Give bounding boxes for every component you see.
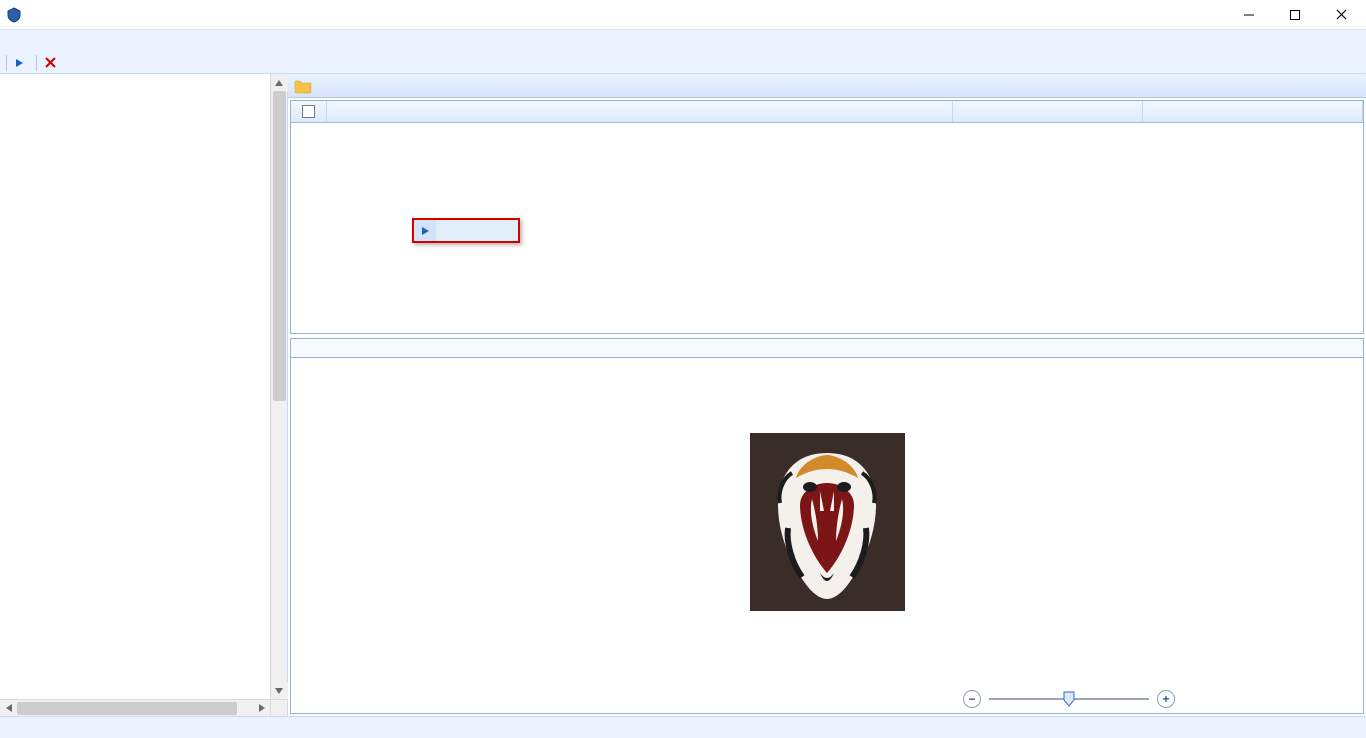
file-grid — [290, 100, 1364, 334]
app-icon — [6, 7, 22, 23]
menubar — [0, 30, 1366, 52]
preview-artwork — [750, 433, 905, 611]
folder-icon — [294, 78, 312, 94]
tree-vertical-scrollbar[interactable] — [270, 74, 287, 699]
folder-tree-panel — [0, 74, 288, 716]
exit-button[interactable] — [45, 57, 60, 68]
grid-header-check[interactable] — [291, 101, 327, 122]
play-icon — [421, 226, 430, 236]
tree-horizontal-scrollbar[interactable] — [0, 699, 270, 716]
scroll-up-icon[interactable] — [271, 74, 288, 91]
scroll-left-icon[interactable] — [0, 700, 17, 717]
scroll-track[interactable] — [271, 91, 288, 682]
grid-header-filename[interactable] — [327, 101, 953, 122]
minimize-button[interactable] — [1226, 0, 1272, 30]
toolbar-separator — [6, 55, 7, 71]
titlebar — [0, 0, 1366, 30]
slider-thumb-icon[interactable] — [1063, 691, 1075, 707]
scroll-down-icon[interactable] — [271, 682, 288, 699]
toolbar-separator — [36, 55, 37, 71]
export-button[interactable] — [15, 58, 28, 68]
preview-filename-label — [290, 338, 1364, 358]
right-panel: − + — [288, 74, 1366, 716]
status-bar — [0, 716, 1366, 738]
grid-header-date[interactable] — [1143, 101, 1363, 122]
zoom-out-button[interactable]: − — [963, 690, 981, 708]
zoom-in-button[interactable]: + — [1157, 690, 1175, 708]
preview-canvas — [291, 358, 1363, 685]
scroll-thumb[interactable] — [273, 91, 286, 401]
path-header — [288, 74, 1366, 98]
context-menu — [412, 218, 520, 243]
scroll-corner — [270, 699, 287, 716]
preview-panel: − + — [290, 358, 1364, 714]
zoom-slider-row: − + — [291, 685, 1363, 713]
play-icon — [15, 58, 24, 68]
close-x-icon — [45, 57, 56, 68]
folder-tree[interactable] — [0, 74, 287, 716]
toolbar — [0, 52, 1366, 74]
grid-header — [291, 101, 1363, 123]
zoom-slider[interactable] — [989, 690, 1149, 708]
scroll-right-icon[interactable] — [253, 700, 270, 717]
grid-header-size[interactable] — [953, 101, 1143, 122]
content: − + — [0, 74, 1366, 716]
context-menu-iconbar — [414, 220, 436, 241]
scroll-track[interactable] — [17, 700, 253, 717]
checkbox-icon[interactable] — [302, 105, 315, 118]
maximize-button[interactable] — [1272, 0, 1318, 30]
close-button[interactable] — [1318, 0, 1364, 30]
scroll-thumb[interactable] — [17, 702, 237, 715]
